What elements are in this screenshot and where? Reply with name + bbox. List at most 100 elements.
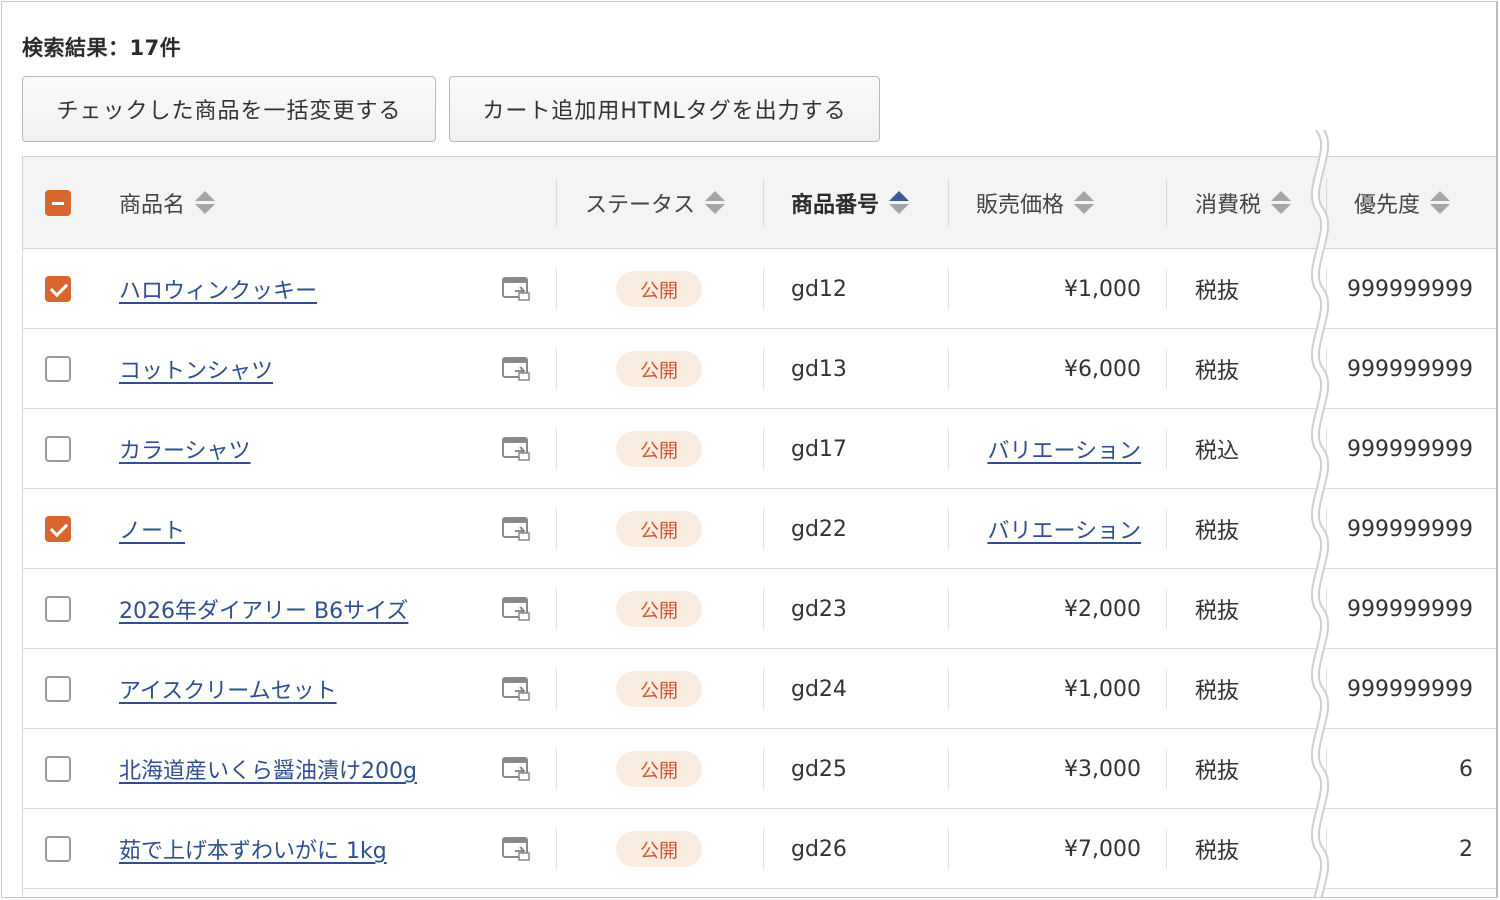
status-cell: 公開 [616, 809, 702, 889]
cart-html-button[interactable]: カート追加用HTMLタグを出力する [449, 76, 880, 142]
sort-icon[interactable] [1074, 190, 1095, 216]
price-value: ¥3,000 [1064, 756, 1141, 782]
status-badge: 公開 [616, 271, 702, 307]
row-checkbox[interactable] [45, 276, 71, 302]
product-number-cell: gd24 [791, 676, 847, 702]
row-checkbox[interactable] [45, 356, 71, 382]
priority-cell: 6 [1459, 756, 1473, 782]
preview-window-icon[interactable] [502, 677, 530, 701]
price-cell: ¥3,000 [963, 729, 1141, 809]
tax-cell: 税抜 [1195, 279, 1240, 304]
tax-cell: 税抜 [1195, 679, 1240, 704]
sort-icon[interactable] [1430, 190, 1451, 216]
variation-link[interactable]: バリエーション [987, 513, 1141, 545]
bulk-change-button[interactable]: チェックした商品を一括変更する [22, 76, 436, 142]
product-name-cell: 茹で上げ本ずわいがに 1kg [119, 809, 387, 889]
status-badge: 公開 [616, 431, 702, 467]
row-checkbox[interactable] [45, 516, 71, 542]
status-badge: 公開 [616, 511, 702, 547]
col-header-name-label: 商品名 [119, 193, 186, 218]
tax-cell: 税込 [1195, 439, 1240, 464]
price-cell: ¥7,000 [963, 809, 1141, 889]
sort-icon[interactable] [705, 190, 726, 216]
product-name-link[interactable]: ハロウィンクッキー [119, 273, 317, 305]
table-row: アイスクリームセット 公開 gd24 ¥1,000 税抜 999999999 [23, 649, 1496, 729]
price-value: ¥6,000 [1064, 356, 1141, 382]
col-header-name[interactable]: 商品名 [119, 157, 216, 249]
col-header-tax-label: 消費税 [1195, 193, 1262, 218]
col-header-tax[interactable]: 消費税 [1195, 157, 1292, 249]
select-all-checkbox[interactable] [45, 190, 71, 216]
product-name-cell: カラーシャツ [119, 409, 251, 489]
table-row: ノート 公開 gd22 バリエーション 税抜 999999999 [23, 489, 1496, 569]
status-cell: 公開 [616, 649, 702, 729]
tax-cell: 税抜 [1195, 519, 1240, 544]
product-number-cell: gd25 [791, 756, 847, 782]
product-name-cell: 2026年ダイアリー B6サイズ [119, 569, 408, 649]
preview-window-icon[interactable] [502, 357, 530, 381]
priority-cell: 999999999 [1347, 436, 1473, 462]
row-checkbox[interactable] [45, 596, 71, 622]
row-checkbox[interactable] [45, 436, 71, 462]
product-name-link[interactable]: 2026年ダイアリー B6サイズ [119, 593, 408, 625]
price-value: ¥7,000 [1064, 836, 1141, 862]
sort-asc-icon[interactable] [889, 190, 910, 216]
col-header-status[interactable]: ステータス [585, 157, 726, 249]
price-cell: ¥6,000 [963, 329, 1141, 409]
preview-window-icon[interactable] [502, 837, 530, 861]
col-header-priority-label: 優先度 [1354, 193, 1421, 218]
price-cell: ¥1,000 [963, 249, 1141, 329]
preview-window-icon[interactable] [502, 757, 530, 781]
tax-cell: 税抜 [1195, 599, 1240, 624]
product-number-cell: gd17 [791, 436, 847, 462]
status-cell: 公開 [616, 409, 702, 489]
tax-cell: 税抜 [1195, 839, 1240, 864]
preview-window-icon[interactable] [502, 517, 530, 541]
row-checkbox[interactable] [45, 676, 71, 702]
col-header-price[interactable]: 販売価格 [976, 157, 1095, 249]
product-name-cell: ハロウィンクッキー [119, 249, 317, 329]
status-badge: 公開 [616, 351, 702, 387]
preview-window-icon[interactable] [502, 277, 530, 301]
product-name-link[interactable]: コットンシャツ [119, 353, 273, 385]
preview-window-icon[interactable] [502, 437, 530, 461]
column-break-indicator [1310, 130, 1330, 897]
priority-cell: 999999999 [1347, 596, 1473, 622]
col-header-number-label: 商品番号 [791, 193, 880, 218]
row-checkbox[interactable] [45, 836, 71, 862]
product-name-link[interactable]: ノート [119, 513, 185, 545]
product-table: 商品名 ステータス 商品番号 販売価格 消費税 優先度 ハロウィンクッキー 公開… [22, 156, 1496, 897]
priority-cell: 999999999 [1347, 516, 1473, 542]
status-badge: 公開 [616, 671, 702, 707]
tax-cell: 税抜 [1195, 359, 1240, 384]
product-name-link[interactable]: 北海道産いくら醤油漬け200g [119, 753, 417, 785]
price-value: ¥1,000 [1064, 276, 1141, 302]
price-value: ¥1,000 [1064, 676, 1141, 702]
col-header-number[interactable]: 商品番号 [791, 157, 910, 249]
table-row: コットンシャツ 公開 gd13 ¥6,000 税抜 999999999 [23, 329, 1496, 409]
status-cell: 公開 [616, 329, 702, 409]
product-name-link[interactable]: 茹で上げ本ずわいがに 1kg [119, 833, 387, 865]
price-cell: ¥2,000 [963, 569, 1141, 649]
price-cell: バリエーション [963, 489, 1141, 569]
table-header: 商品名 ステータス 商品番号 販売価格 消費税 優先度 [23, 157, 1496, 249]
price-value: ¥2,000 [1064, 596, 1141, 622]
product-name-link[interactable]: アイスクリームセット [119, 673, 337, 705]
preview-window-icon[interactable] [502, 597, 530, 621]
sort-icon[interactable] [195, 190, 216, 216]
row-checkbox[interactable] [45, 756, 71, 782]
status-cell: 公開 [616, 569, 702, 649]
table-row: 2026年ダイアリー B6サイズ 公開 gd23 ¥2,000 税抜 99999… [23, 569, 1496, 649]
status-cell: 公開 [616, 249, 702, 329]
product-number-cell: gd22 [791, 516, 847, 542]
price-cell: ¥1,000 [963, 649, 1141, 729]
product-number-cell: gd23 [791, 596, 847, 622]
col-header-price-label: 販売価格 [976, 193, 1065, 218]
table-row: ハロウィンクッキー 公開 gd12 ¥1,000 税抜 999999999 [23, 249, 1496, 329]
variation-link[interactable]: バリエーション [987, 433, 1141, 465]
col-header-priority[interactable]: 優先度 [1354, 157, 1451, 249]
status-badge: 公開 [616, 831, 702, 867]
price-cell: バリエーション [963, 409, 1141, 489]
product-name-link[interactable]: カラーシャツ [119, 433, 251, 465]
sort-icon[interactable] [1271, 190, 1292, 216]
